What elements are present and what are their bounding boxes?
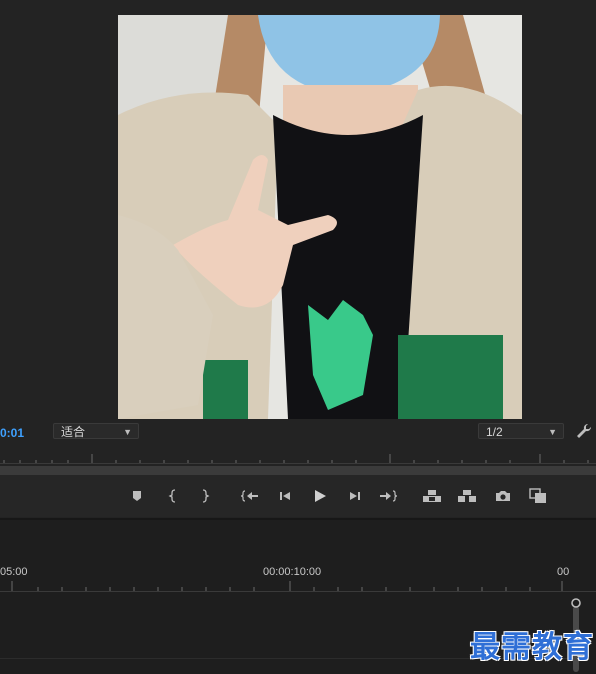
comparison-view-button[interactable] [528,486,548,506]
go-to-in-icon [241,490,258,502]
chevron-down-icon: ▼ [123,427,132,437]
play-button[interactable] [310,486,330,506]
go-to-out-icon [380,490,397,502]
fit-zoom-value: 适合 [61,425,86,439]
step-forward-button[interactable] [345,486,365,506]
watermark-text: 最需教育 [470,630,594,665]
playback-resolution-select[interactable]: 1/2 ▼ [478,423,564,439]
go-to-in-button[interactable] [240,486,260,506]
mark-out-icon [202,489,210,503]
timeline-label-mid: 00:00:10:00 [263,566,322,578]
video-frame-image [118,15,522,419]
mark-out-button[interactable] [195,486,215,506]
mark-in-button[interactable] [163,486,183,506]
lift-icon [423,490,441,502]
marker-icon [133,491,141,501]
timeline-time-ruler[interactable] [0,578,596,592]
playhead-timecode[interactable]: 0:01 [0,426,24,440]
extract-icon [458,490,476,502]
mark-in-icon [168,489,176,503]
camera-icon [496,491,510,501]
fit-zoom-select[interactable]: 适合 ▼ [53,423,139,439]
step-back-icon [280,492,290,500]
playback-resolution-value: 1/2 [486,425,503,439]
go-to-out-button[interactable] [378,486,398,506]
step-back-button[interactable] [275,486,295,506]
step-forward-icon [350,492,360,500]
extract-button[interactable] [457,486,477,506]
video-frame [118,15,522,419]
wrench-icon[interactable] [576,423,592,439]
export-frame-button[interactable] [493,486,513,506]
timeline-label-start: 05:00 [0,566,28,578]
lift-button[interactable] [422,486,442,506]
program-monitor [0,0,596,420]
timeline-label-end: 00 [557,566,570,578]
monitor-time-ruler[interactable] [0,448,596,464]
play-icon [315,490,326,502]
comparison-view-icon [529,488,546,503]
monitor-zoom-scrollbar[interactable] [0,466,596,475]
chevron-down-icon: ▼ [548,427,557,437]
add-marker-button[interactable] [127,486,147,506]
